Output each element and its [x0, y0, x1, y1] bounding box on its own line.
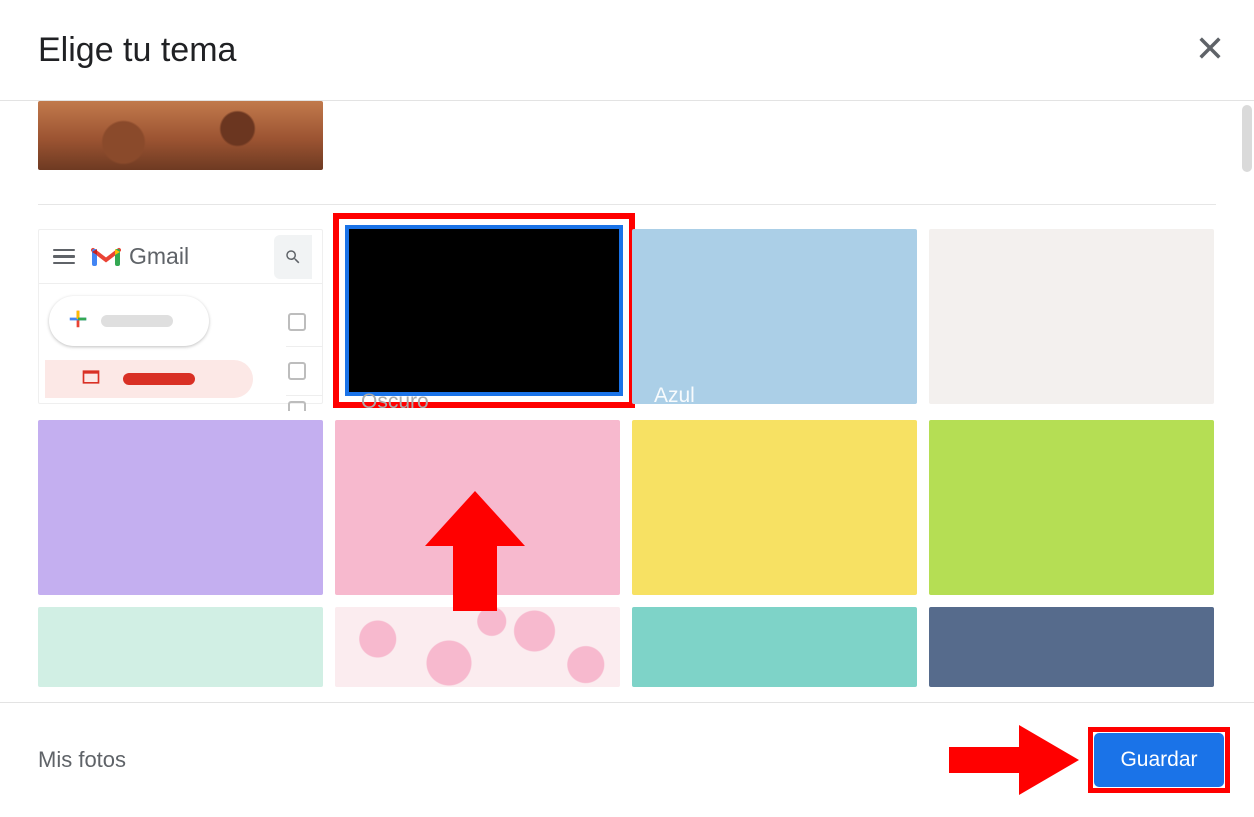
- theme-tile-green[interactable]: [929, 420, 1214, 595]
- dialog-header: Elige tu tema: [0, 0, 1254, 101]
- theme-row: [38, 420, 1216, 595]
- preview-list: [286, 284, 322, 416]
- annotation-arrow-right: [949, 725, 1079, 795]
- search-box: [274, 235, 312, 279]
- theme-tile-blue[interactable]: Azul: [632, 229, 917, 404]
- theme-tile-yellow[interactable]: [632, 420, 917, 595]
- close-icon: [1196, 34, 1224, 62]
- theme-tile-slate[interactable]: [929, 607, 1214, 687]
- theme-tile-default-preview[interactable]: Gmail: [38, 229, 323, 404]
- checkbox-icon: [288, 313, 306, 331]
- theme-tile-grey[interactable]: [929, 229, 1214, 404]
- section-separator: [38, 204, 1216, 205]
- selection-frame: [345, 225, 623, 396]
- theme-tile-lavender[interactable]: [38, 420, 323, 595]
- theme-row: [38, 607, 1216, 687]
- dialog-body: Gmail: [0, 101, 1254, 702]
- close-button[interactable]: [1196, 34, 1224, 67]
- dialog-title: Elige tu tema: [38, 31, 236, 70]
- scrollbar-thumb[interactable]: [1242, 105, 1252, 172]
- preview-body: [39, 284, 322, 416]
- theme-tile-dark[interactable]: Oscuro: [335, 229, 620, 408]
- gmail-brand-text: Gmail: [129, 243, 189, 270]
- preview-topbar: Gmail: [39, 230, 322, 283]
- annotation-highlight-box: [1088, 727, 1230, 793]
- inbox-item-mock: [45, 360, 253, 398]
- theme-label: Azul: [654, 384, 695, 408]
- search-icon: [284, 248, 302, 266]
- gmail-logo: Gmail: [91, 243, 189, 270]
- theme-tile-pink[interactable]: [335, 420, 620, 595]
- inbox-icon: [81, 369, 101, 390]
- checkbox-icon: [288, 401, 306, 411]
- theme-tile-blossom[interactable]: [335, 607, 620, 687]
- checkbox-icon: [288, 362, 306, 380]
- menu-icon: [53, 249, 75, 265]
- theme-tile-teal[interactable]: [632, 607, 917, 687]
- compose-button-mock: [49, 296, 209, 346]
- theme-row: Gmail: [38, 229, 1216, 408]
- theme-label: Oscuro: [361, 390, 429, 414]
- preview-sidebar: [39, 284, 286, 416]
- gmail-icon: [91, 246, 121, 268]
- plus-icon: [67, 308, 89, 335]
- my-photos-link[interactable]: Mis fotos: [38, 747, 126, 773]
- theme-tile-mint[interactable]: [38, 607, 323, 687]
- theme-section-top: [38, 101, 1216, 170]
- dialog-footer: Mis fotos Guardar: [0, 702, 1254, 817]
- theme-tile-desert[interactable]: [38, 101, 323, 170]
- save-button-wrap: Guardar: [1094, 733, 1224, 787]
